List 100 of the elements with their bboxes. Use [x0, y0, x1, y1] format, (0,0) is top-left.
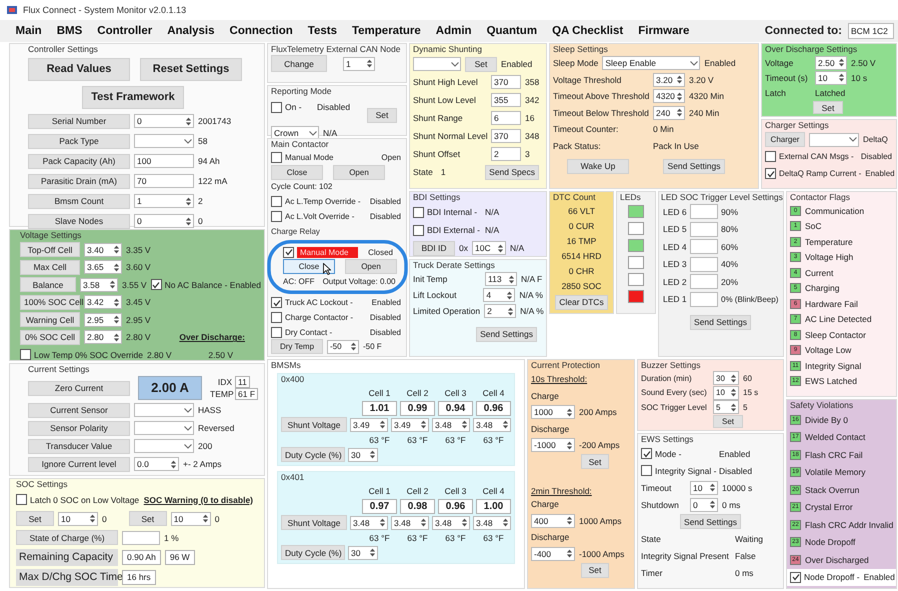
- action-button[interactable]: Clear DTCs: [555, 294, 608, 310]
- action-button[interactable]: Test Framework: [82, 86, 184, 108]
- action-button[interactable]: Close: [271, 164, 323, 180]
- checkbox[interactable]: [271, 196, 282, 208]
- action-button[interactable]: Open: [345, 259, 397, 274]
- spinner-arrows-icon[interactable]: [369, 449, 376, 460]
- spin-field[interactable]: -400: [531, 546, 575, 561]
- dropdown-field[interactable]: [134, 421, 194, 435]
- spin-field[interactable]: 3.58: [80, 278, 118, 292]
- spin-field[interactable]: 3.40: [84, 242, 122, 257]
- action-button[interactable]: Slave Nodes: [28, 214, 130, 228]
- action-button[interactable]: Change: [271, 55, 327, 72]
- checkbox[interactable]: [271, 297, 282, 308]
- spinner-arrows-icon[interactable]: [350, 341, 357, 352]
- spinner-arrows-icon[interactable]: [113, 244, 120, 256]
- checkbox[interactable]: [271, 102, 282, 112]
- spinner-arrows-icon[interactable]: [113, 332, 120, 343]
- chevron-down-icon[interactable]: [849, 137, 857, 142]
- action-button[interactable]: Parasitic Drain (mA): [28, 174, 130, 188]
- spinner-arrows-icon[interactable]: [506, 290, 514, 300]
- input-field[interactable]: [122, 530, 160, 544]
- spinner-arrows-icon[interactable]: [709, 482, 716, 493]
- action-button[interactable]: Set: [581, 454, 609, 470]
- checkbox[interactable]: [271, 326, 282, 338]
- chevron-down-icon[interactable]: [184, 426, 192, 430]
- spinner-arrows-icon[interactable]: [170, 458, 177, 470]
- action-button[interactable]: Transducer Value: [28, 438, 130, 454]
- menu-item[interactable]: Admin: [428, 25, 480, 37]
- spin-field[interactable]: 0: [134, 214, 194, 228]
- menu-item[interactable]: Temperature: [344, 25, 428, 37]
- action-button[interactable]: Max Cell: [20, 260, 80, 275]
- spinner-arrows-icon[interactable]: [566, 515, 573, 526]
- spin-field[interactable]: 10: [170, 512, 211, 526]
- input-field[interactable]: 2: [491, 147, 521, 161]
- action-button[interactable]: Send Settings: [680, 514, 741, 529]
- input-field[interactable]: [690, 274, 718, 290]
- action-button[interactable]: Send Settings: [476, 326, 537, 342]
- spin-field[interactable]: 0: [134, 114, 194, 128]
- input-field[interactable]: [690, 204, 718, 220]
- spin-field[interactable]: 10: [815, 70, 847, 84]
- spinner-arrows-icon[interactable]: [420, 419, 427, 430]
- spinner-arrows-icon[interactable]: [502, 419, 509, 430]
- spin-field[interactable]: 3.48: [473, 516, 511, 530]
- chevron-down-icon[interactable]: [184, 444, 192, 448]
- menu-item[interactable]: Tests: [300, 25, 344, 37]
- checkbox[interactable]: [20, 349, 31, 360]
- checkbox[interactable]: [413, 206, 424, 218]
- input-field[interactable]: [690, 222, 718, 237]
- action-button[interactable]: Duty Cycle (%): [281, 545, 345, 560]
- spinner-arrows-icon[interactable]: [379, 517, 386, 528]
- spin-field[interactable]: 1: [134, 194, 194, 208]
- dropdown-field[interactable]: [413, 57, 461, 71]
- action-button[interactable]: 0% SOC Cell: [20, 330, 80, 345]
- action-button[interactable]: Pack Type: [28, 134, 130, 148]
- spin-field[interactable]: 113: [485, 272, 517, 286]
- chevron-down-icon[interactable]: [690, 60, 698, 66]
- action-button[interactable]: Dry Temp: [271, 339, 323, 354]
- input-field[interactable]: 6: [491, 111, 521, 125]
- action-button[interactable]: Send Settings: [690, 314, 751, 330]
- spinner-arrows-icon[interactable]: [185, 116, 192, 126]
- checkbox[interactable]: [641, 448, 652, 459]
- spin-field[interactable]: 3.48: [432, 516, 470, 530]
- spinner-arrows-icon[interactable]: [496, 242, 504, 254]
- checkbox[interactable]: [790, 572, 801, 583]
- menu-item[interactable]: Connection: [222, 25, 300, 37]
- spin-field[interactable]: 3.49: [391, 418, 429, 432]
- action-button[interactable]: Duty Cycle (%): [281, 447, 345, 462]
- spinner-arrows-icon[interactable]: [730, 387, 737, 398]
- menu-item[interactable]: Main: [8, 25, 50, 37]
- action-button[interactable]: Set: [813, 101, 843, 114]
- dropdown-field[interactable]: [809, 132, 859, 146]
- menu-item[interactable]: Controller: [90, 25, 160, 37]
- action-button[interactable]: Set: [713, 415, 743, 428]
- action-button[interactable]: Current Sensor: [28, 402, 130, 418]
- action-button[interactable]: Charger: [765, 132, 805, 147]
- menu-item[interactable]: BMS: [49, 25, 90, 37]
- action-button[interactable]: Pack Capacity (Ah): [28, 154, 130, 168]
- action-button[interactable]: Sensor Polarity: [28, 420, 130, 436]
- checkbox[interactable]: [283, 246, 294, 258]
- spin-field[interactable]: 3.48: [432, 418, 470, 432]
- spin-field[interactable]: 10C: [472, 241, 506, 255]
- spin-field[interactable]: 3.49: [350, 418, 388, 432]
- spinner-arrows-icon[interactable]: [676, 74, 683, 86]
- spinner-arrows-icon[interactable]: [461, 419, 468, 430]
- spin-field[interactable]: 3.48: [391, 516, 429, 530]
- checkbox[interactable]: [413, 224, 424, 236]
- spinner-arrows-icon[interactable]: [113, 262, 120, 273]
- spin-field[interactable]: -1000: [531, 438, 575, 452]
- spinner-arrows-icon[interactable]: [109, 279, 116, 290]
- spinner-arrows-icon[interactable]: [838, 57, 845, 68]
- input-field[interactable]: 370: [491, 75, 521, 89]
- spin-field[interactable]: 4320: [653, 89, 685, 104]
- chevron-down-icon[interactable]: [184, 408, 192, 412]
- spin-field[interactable]: 5: [713, 400, 739, 414]
- checkbox[interactable]: [641, 465, 652, 476]
- action-button[interactable]: State of Charge (%): [16, 530, 118, 545]
- checkbox[interactable]: [16, 494, 27, 505]
- spin-field[interactable]: 3.20: [653, 72, 685, 87]
- spin-field[interactable]: 1: [343, 56, 375, 70]
- spin-field[interactable]: 0.0: [134, 457, 179, 471]
